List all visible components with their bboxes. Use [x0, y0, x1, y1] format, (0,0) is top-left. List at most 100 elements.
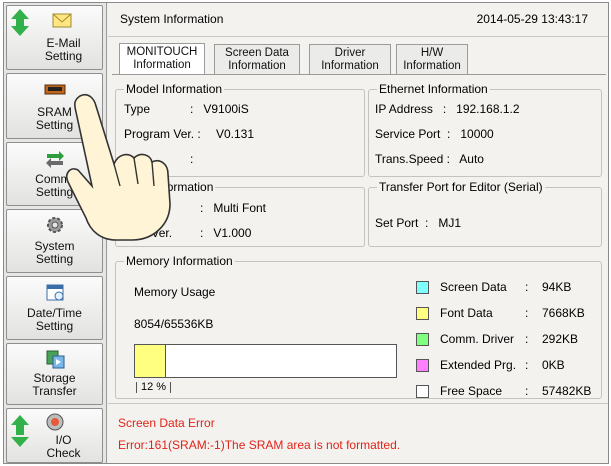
gear-icon [46, 217, 63, 233]
email-icon [52, 13, 72, 28]
comm-arrows-icon [45, 151, 64, 168]
font-information-legend: Font Information [124, 180, 216, 194]
header: System Information 2014-05-29 13:43:17 [108, 3, 608, 37]
error-panel: Screen Data Error Error:161(SRAM:-1)The … [108, 403, 608, 463]
tab-label: Information [133, 59, 191, 71]
scroll-arrow-stem [16, 425, 24, 435]
sram-chip-icon [44, 84, 65, 95]
legend-swatch [416, 359, 429, 372]
ip-address-value: IP Address : 192.168.1.2 [375, 102, 520, 116]
sidebar-item-datetime-setting[interactable]: Date/Time Setting [6, 276, 103, 340]
tab-label: Information [403, 60, 461, 72]
sidebar-item-label: Setting [35, 252, 74, 266]
legend-swatch [416, 385, 429, 398]
program-version-label: Program Ver. : [124, 127, 201, 141]
memory-item-separator: : [525, 332, 529, 346]
type-value: : V9100iS [190, 102, 249, 116]
memory-item-value: 292KB [542, 332, 579, 346]
sidebar-item-comm-setting[interactable]: Comm. Setting [6, 142, 103, 206]
scroll-down-arrow-icon [11, 26, 29, 36]
memory-item-name: Comm. Driver [440, 332, 514, 346]
tab-label: Information [321, 60, 379, 72]
model-information-group: Model Information Type : V9100iS Program… [115, 82, 365, 177]
font-name-value: : Multi Font [200, 201, 267, 215]
legend-swatch [416, 307, 429, 320]
model-row3-separator: : [190, 152, 194, 166]
memory-item-separator: : [525, 384, 529, 398]
memory-information-group: Memory Information Memory Usage 8054/655… [115, 254, 602, 399]
set-port-value: Set Port : MJ1 [375, 216, 462, 230]
font-information-group: Font Information : Multi Font Font Ver. … [115, 180, 365, 247]
sidebar-item-email-setting[interactable]: E-Mail Setting [6, 5, 103, 70]
service-port-value: Service Port : 10000 [375, 127, 494, 141]
sidebar-item-label: Setting [35, 185, 74, 199]
sidebar-item-label: I/O [55, 433, 72, 447]
ethernet-information-legend: Ethernet Information [377, 82, 490, 96]
io-check-icon [46, 413, 63, 431]
sidebar-item-label: E-Mail [46, 36, 81, 50]
tab-driver-information[interactable]: Driver Information [309, 44, 391, 74]
scroll-arrow-stem [16, 18, 24, 26]
tab-label: Driver [334, 47, 366, 59]
sidebar-item-label: Storage [33, 371, 76, 385]
sidebar-item-label: Setting [35, 319, 74, 333]
font-version-label: Font Ver. [124, 226, 173, 240]
memory-item-name: Extended Prg. [440, 358, 517, 372]
memory-usage-bar [134, 344, 397, 378]
memory-item-value: 94KB [542, 280, 572, 294]
tab-label: MONITOUCH [126, 46, 198, 58]
ethernet-information-group: Ethernet Information IP Address : 192.16… [368, 82, 602, 177]
memory-item-separator: : [525, 358, 529, 372]
sidebar-item-label: Date/Time [27, 306, 82, 320]
sidebar-item-sram-setting[interactable]: SRAM Setting [6, 73, 103, 139]
transfer-port-legend: Transfer Port for Editor (Serial) [377, 180, 545, 194]
sidebar-item-label: Setting [35, 118, 74, 132]
trans-speed-value: Trans.Speed : Auto [375, 152, 484, 166]
memory-usage-label: Memory Usage [134, 285, 216, 299]
sidebar-item-storage-transfer[interactable]: Storage Transfer [6, 343, 103, 405]
main-panel: System Information 2014-05-29 13:43:17 M… [108, 3, 608, 463]
memory-item-value: 57482KB [542, 384, 592, 398]
memory-item-value: 0KB [542, 358, 565, 372]
tab-label: H/W [420, 47, 444, 59]
tab-label: Screen Data [225, 47, 289, 59]
sidebar-item-label: System [34, 239, 75, 253]
tab-label: Information [228, 60, 286, 72]
sidebar-item-label: Transfer [32, 384, 77, 398]
memory-item-value: 7668KB [542, 306, 585, 320]
memory-item-separator: : [525, 306, 529, 320]
datetime-display: 2014-05-29 13:43:17 [476, 12, 588, 26]
type-label: Type [124, 102, 151, 116]
legend-swatch [416, 281, 429, 294]
memory-information-legend: Memory Information [124, 254, 235, 268]
transfer-port-group: Transfer Port for Editor (Serial) Set Po… [368, 180, 602, 247]
model-information-legend: Model Information [124, 82, 225, 96]
font-version-value: : V1.000 [200, 226, 252, 240]
sidebar-item-label: Comm. [35, 172, 74, 186]
tab-screen-data-information[interactable]: Screen Data Information [214, 44, 300, 74]
page-title: System Information [120, 12, 224, 26]
program-version-value: V0.131 [216, 127, 255, 141]
calendar-icon [46, 284, 63, 301]
scroll-up-arrow-icon [11, 415, 29, 425]
sidebar-item-io-check[interactable]: I/O Check [6, 408, 103, 463]
sidebar-item-label: SRAM [37, 105, 72, 119]
memory-usage-bar-fill [135, 345, 166, 377]
tab-content: Model Information Type : V9100iS Program… [112, 74, 606, 401]
error-title: Screen Data Error [118, 416, 215, 430]
tab-monitouch-information[interactable]: MONITOUCH Information [119, 43, 205, 75]
storage-transfer-icon [46, 350, 64, 369]
sidebar: E-Mail Setting SRAM Setting Comm. Setting [4, 3, 107, 463]
memory-item-name: Screen Data [440, 280, 507, 294]
error-message: Error:161(SRAM:-1)The SRAM area is not f… [118, 438, 401, 452]
memory-item-name: Font Data [440, 306, 493, 320]
sidebar-item-label: Setting [44, 49, 83, 63]
memory-item-name: Free Space [440, 384, 503, 398]
system-information-window: E-Mail Setting SRAM Setting Comm. Setting [3, 2, 609, 464]
memory-usage-value: 8054/65536KB [134, 317, 214, 331]
sidebar-item-system-setting[interactable]: System Setting [6, 209, 103, 273]
legend-swatch [416, 333, 429, 346]
memory-item-separator: : [525, 280, 529, 294]
sidebar-item-label: Check [46, 446, 81, 460]
tab-hw-information[interactable]: H/W Information [396, 44, 468, 74]
